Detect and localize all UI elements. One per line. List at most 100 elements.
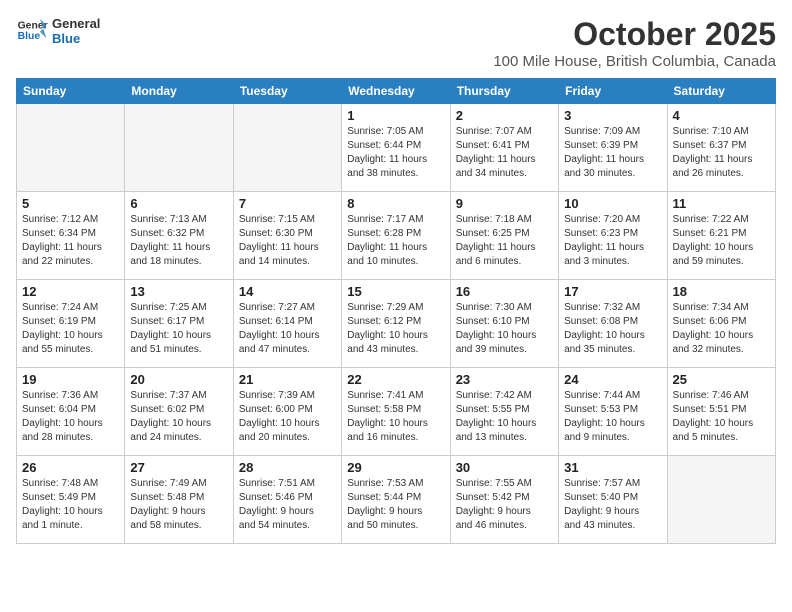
day-number: 5 <box>22 196 119 211</box>
day-info: Sunrise: 7:34 AMSunset: 6:06 PMDaylight:… <box>673 301 770 357</box>
day-number: 26 <box>22 460 119 475</box>
day-info: Sunrise: 7:24 AMSunset: 6:19 PMDaylight:… <box>22 301 119 357</box>
day-info: Sunrise: 7:20 AMSunset: 6:23 PMDaylight:… <box>564 213 661 269</box>
day-info: Sunrise: 7:07 AMSunset: 6:41 PMDaylight:… <box>456 125 553 181</box>
day-number: 24 <box>564 372 661 387</box>
day-number: 31 <box>564 460 661 475</box>
day-cell-21: 21Sunrise: 7:39 AMSunset: 6:00 PMDayligh… <box>233 368 341 456</box>
day-info: Sunrise: 7:12 AMSunset: 6:34 PMDaylight:… <box>22 213 119 269</box>
day-cell-2: 2 Sunrise: 7:07 AMSunset: 6:41 PMDaylight… <box>450 104 558 192</box>
location-title: 100 Mile House, British Columbia, Canada <box>493 53 776 70</box>
day-number: 13 <box>130 284 227 299</box>
day-number: 27 <box>130 460 227 475</box>
day-cell-31: 31 Sunrise: 7:57 AMSunset: 5:40 PMDayligh… <box>559 456 667 544</box>
day-cell-15: 15Sunrise: 7:29 AMSunset: 6:12 PMDayligh… <box>342 280 450 368</box>
day-number: 18 <box>673 284 770 299</box>
logo-icon: General Blue <box>16 17 48 45</box>
weekday-header-tuesday: Tuesday <box>233 79 341 104</box>
day-info: Sunrise: 7:15 AMSunset: 6:30 PMDaylight:… <box>239 213 336 269</box>
day-cell-30: 30Sunrise: 7:55 AMSunset: 5:42 PMDayligh… <box>450 456 558 544</box>
day-info: Sunrise: 7:44 AMSunset: 5:53 PMDaylight:… <box>564 389 661 445</box>
svg-text:Blue: Blue <box>18 31 41 42</box>
day-info: Sunrise: 7:49 AMSunset: 5:48 PMDaylight:… <box>130 477 227 533</box>
day-number: 3 <box>564 108 661 123</box>
day-info: Sunrise: 7:17 AMSunset: 6:28 PMDaylight:… <box>347 213 444 269</box>
day-number: 4 <box>673 108 770 123</box>
weekday-header-wednesday: Wednesday <box>342 79 450 104</box>
weekday-header-saturday: Saturday <box>667 79 775 104</box>
day-info: Sunrise: 7:39 AMSunset: 6:00 PMDaylight:… <box>239 389 336 445</box>
day-cell-17: 17 Sunrise: 7:32 AMSunset: 6:08 PMDayligh… <box>559 280 667 368</box>
day-cell-1: 1 Sunrise: 7:05 AMSunset: 6:44 PMDaylight… <box>342 104 450 192</box>
day-cell-28: 28 Sunrise: 7:51 AMSunset: 5:46 PMDayligh… <box>233 456 341 544</box>
weekday-header-monday: Monday <box>125 79 233 104</box>
day-info: Sunrise: 7:30 AMSunset: 6:10 PMDaylight:… <box>456 301 553 357</box>
day-number: 23 <box>456 372 553 387</box>
empty-cell <box>17 104 125 192</box>
day-cell-22: 22Sunrise: 7:41 AMSunset: 5:58 PMDayligh… <box>342 368 450 456</box>
day-number: 15 <box>347 284 444 299</box>
week-row-1: 1 Sunrise: 7:05 AMSunset: 6:44 PMDaylight… <box>17 104 776 192</box>
day-info: Sunrise: 7:27 AMSunset: 6:14 PMDaylight:… <box>239 301 336 357</box>
day-cell-4: 4 Sunrise: 7:10 AMSunset: 6:37 PMDaylight… <box>667 104 775 192</box>
day-info: Sunrise: 7:42 AMSunset: 5:55 PMDaylight:… <box>456 389 553 445</box>
weekday-header-sunday: Sunday <box>17 79 125 104</box>
day-number: 9 <box>456 196 553 211</box>
day-number: 11 <box>673 196 770 211</box>
title-section: October 2025 100 Mile House, British Col… <box>493 16 776 70</box>
day-cell-23: 23 Sunrise: 7:42 AMSunset: 5:55 PMDayligh… <box>450 368 558 456</box>
day-info: Sunrise: 7:25 AMSunset: 6:17 PMDaylight:… <box>130 301 227 357</box>
day-cell-16: 16Sunrise: 7:30 AMSunset: 6:10 PMDayligh… <box>450 280 558 368</box>
week-row-3: 12 Sunrise: 7:24 AMSunset: 6:19 PMDayligh… <box>17 280 776 368</box>
day-info: Sunrise: 7:32 AMSunset: 6:08 PMDaylight:… <box>564 301 661 357</box>
day-number: 10 <box>564 196 661 211</box>
day-cell-5: 5 Sunrise: 7:12 AMSunset: 6:34 PMDaylight… <box>17 192 125 280</box>
weekday-header-friday: Friday <box>559 79 667 104</box>
day-cell-24: 24 Sunrise: 7:44 AMSunset: 5:53 PMDayligh… <box>559 368 667 456</box>
logo-line1: General <box>52 16 100 31</box>
day-cell-27: 27 Sunrise: 7:49 AMSunset: 5:48 PMDayligh… <box>125 456 233 544</box>
day-number: 20 <box>130 372 227 387</box>
logo: General Blue General Blue <box>16 16 100 46</box>
day-info: Sunrise: 7:48 AMSunset: 5:49 PMDaylight:… <box>22 477 119 533</box>
day-number: 17 <box>564 284 661 299</box>
day-cell-19: 19Sunrise: 7:36 AMSunset: 6:04 PMDayligh… <box>17 368 125 456</box>
day-info: Sunrise: 7:36 AMSunset: 6:04 PMDaylight:… <box>22 389 119 445</box>
day-info: Sunrise: 7:57 AMSunset: 5:40 PMDaylight:… <box>564 477 661 533</box>
day-cell-13: 13 Sunrise: 7:25 AMSunset: 6:17 PMDayligh… <box>125 280 233 368</box>
day-info: Sunrise: 7:55 AMSunset: 5:42 PMDaylight:… <box>456 477 553 533</box>
day-info: Sunrise: 7:22 AMSunset: 6:21 PMDaylight:… <box>673 213 770 269</box>
day-number: 22 <box>347 372 444 387</box>
empty-cell <box>667 456 775 544</box>
day-cell-14: 14 Sunrise: 7:27 AMSunset: 6:14 PMDayligh… <box>233 280 341 368</box>
day-cell-7: 7Sunrise: 7:15 AMSunset: 6:30 PMDaylight… <box>233 192 341 280</box>
day-info: Sunrise: 7:05 AMSunset: 6:44 PMDaylight:… <box>347 125 444 181</box>
week-row-2: 5 Sunrise: 7:12 AMSunset: 6:34 PMDaylight… <box>17 192 776 280</box>
day-number: 25 <box>673 372 770 387</box>
weekday-header-row: SundayMondayTuesdayWednesdayThursdayFrid… <box>17 79 776 104</box>
day-cell-9: 9 Sunrise: 7:18 AMSunset: 6:25 PMDaylight… <box>450 192 558 280</box>
empty-cell <box>233 104 341 192</box>
day-cell-29: 29Sunrise: 7:53 AMSunset: 5:44 PMDayligh… <box>342 456 450 544</box>
day-info: Sunrise: 7:10 AMSunset: 6:37 PMDaylight:… <box>673 125 770 181</box>
day-info: Sunrise: 7:18 AMSunset: 6:25 PMDaylight:… <box>456 213 553 269</box>
page-header: General Blue General Blue October 2025 1… <box>16 16 776 70</box>
day-cell-26: 26 Sunrise: 7:48 AMSunset: 5:49 PMDayligh… <box>17 456 125 544</box>
day-number: 2 <box>456 108 553 123</box>
day-number: 28 <box>239 460 336 475</box>
day-info: Sunrise: 7:51 AMSunset: 5:46 PMDaylight:… <box>239 477 336 533</box>
day-cell-25: 25 Sunrise: 7:46 AMSunset: 5:51 PMDayligh… <box>667 368 775 456</box>
day-cell-6: 6Sunrise: 7:13 AMSunset: 6:32 PMDaylight… <box>125 192 233 280</box>
day-number: 12 <box>22 284 119 299</box>
day-cell-20: 20 Sunrise: 7:37 AMSunset: 6:02 PMDayligh… <box>125 368 233 456</box>
day-info: Sunrise: 7:37 AMSunset: 6:02 PMDaylight:… <box>130 389 227 445</box>
day-cell-11: 11 Sunrise: 7:22 AMSunset: 6:21 PMDayligh… <box>667 192 775 280</box>
day-number: 1 <box>347 108 444 123</box>
day-cell-8: 8Sunrise: 7:17 AMSunset: 6:28 PMDaylight… <box>342 192 450 280</box>
empty-cell <box>125 104 233 192</box>
day-number: 14 <box>239 284 336 299</box>
day-info: Sunrise: 7:46 AMSunset: 5:51 PMDaylight:… <box>673 389 770 445</box>
calendar-table: SundayMondayTuesdayWednesdayThursdayFrid… <box>16 78 776 544</box>
day-info: Sunrise: 7:13 AMSunset: 6:32 PMDaylight:… <box>130 213 227 269</box>
logo-line2: Blue <box>52 31 100 46</box>
